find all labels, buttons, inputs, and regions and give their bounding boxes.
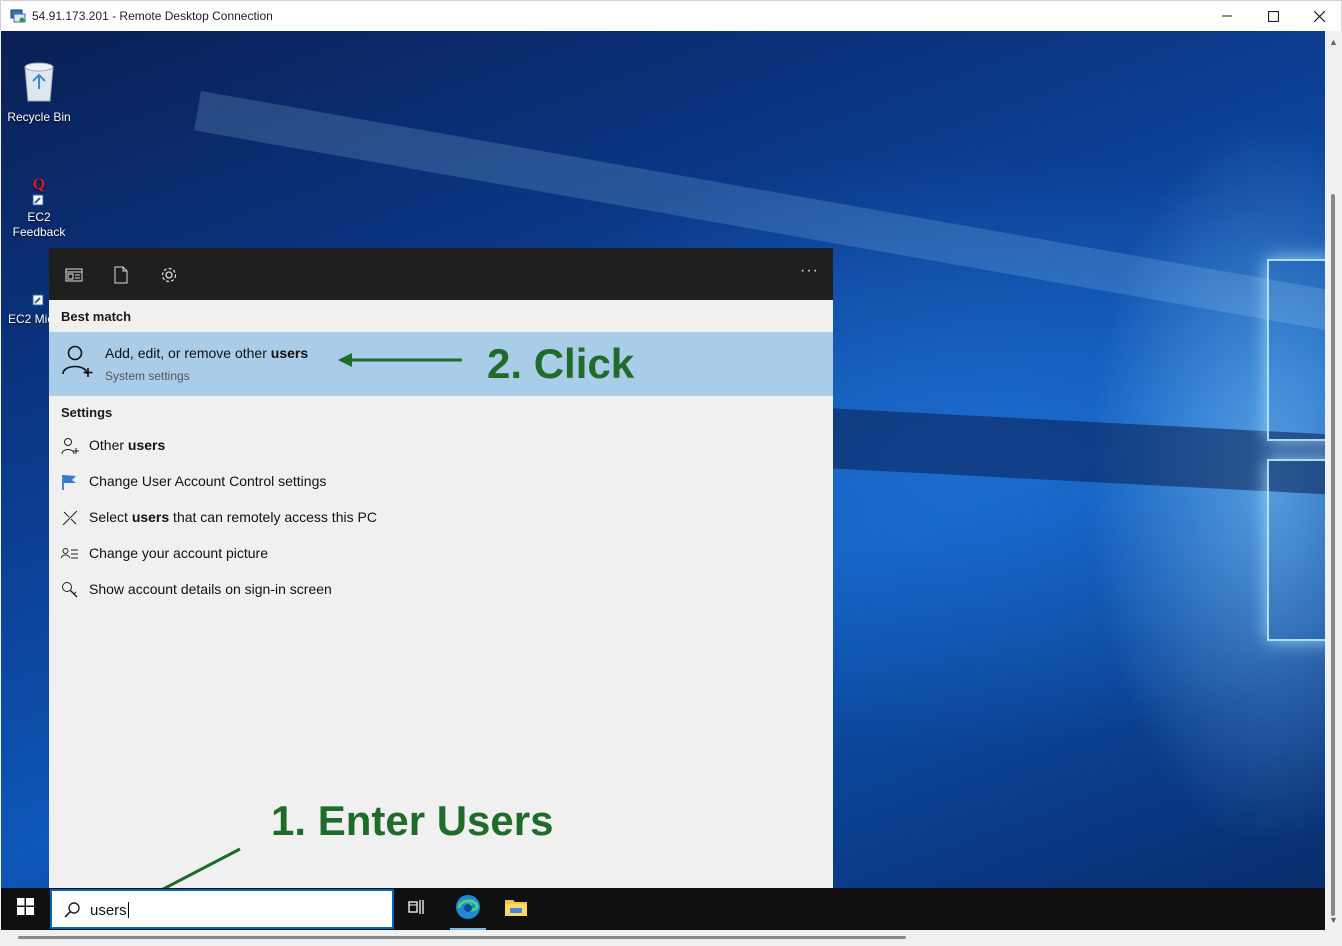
text-caret: [127, 902, 129, 918]
file-explorer-icon: [504, 897, 528, 922]
annotation-step-2: 2. Click: [487, 340, 635, 387]
vertical-scrollbar[interactable]: ▲ ▼: [1325, 31, 1342, 930]
taskbar-search-input[interactable]: users: [50, 889, 394, 929]
horizontal-scrollbar[interactable]: [0, 930, 1342, 946]
annotation-step-1: 1. Enter Users: [271, 797, 554, 844]
task-view-icon: [408, 899, 426, 920]
scroll-down-icon[interactable]: ▼: [1329, 915, 1338, 925]
horizontal-scroll-thumb[interactable]: [18, 936, 906, 939]
vertical-scroll-thumb[interactable]: [1331, 194, 1335, 916]
annotation-arrows: [133, 353, 462, 905]
scroll-up-icon[interactable]: ▲: [1329, 37, 1338, 47]
search-input-value: users: [90, 902, 129, 919]
start-button[interactable]: [1, 888, 49, 930]
windows-logo-icon: [16, 898, 34, 920]
edge-taskbar-button[interactable]: [444, 888, 492, 930]
file-explorer-button[interactable]: [492, 888, 540, 930]
task-view-button[interactable]: [393, 888, 441, 930]
arrow-step-2: [338, 353, 462, 367]
taskbar: users: [1, 888, 1325, 930]
search-icon: [63, 901, 81, 924]
edge-icon: [455, 894, 481, 925]
